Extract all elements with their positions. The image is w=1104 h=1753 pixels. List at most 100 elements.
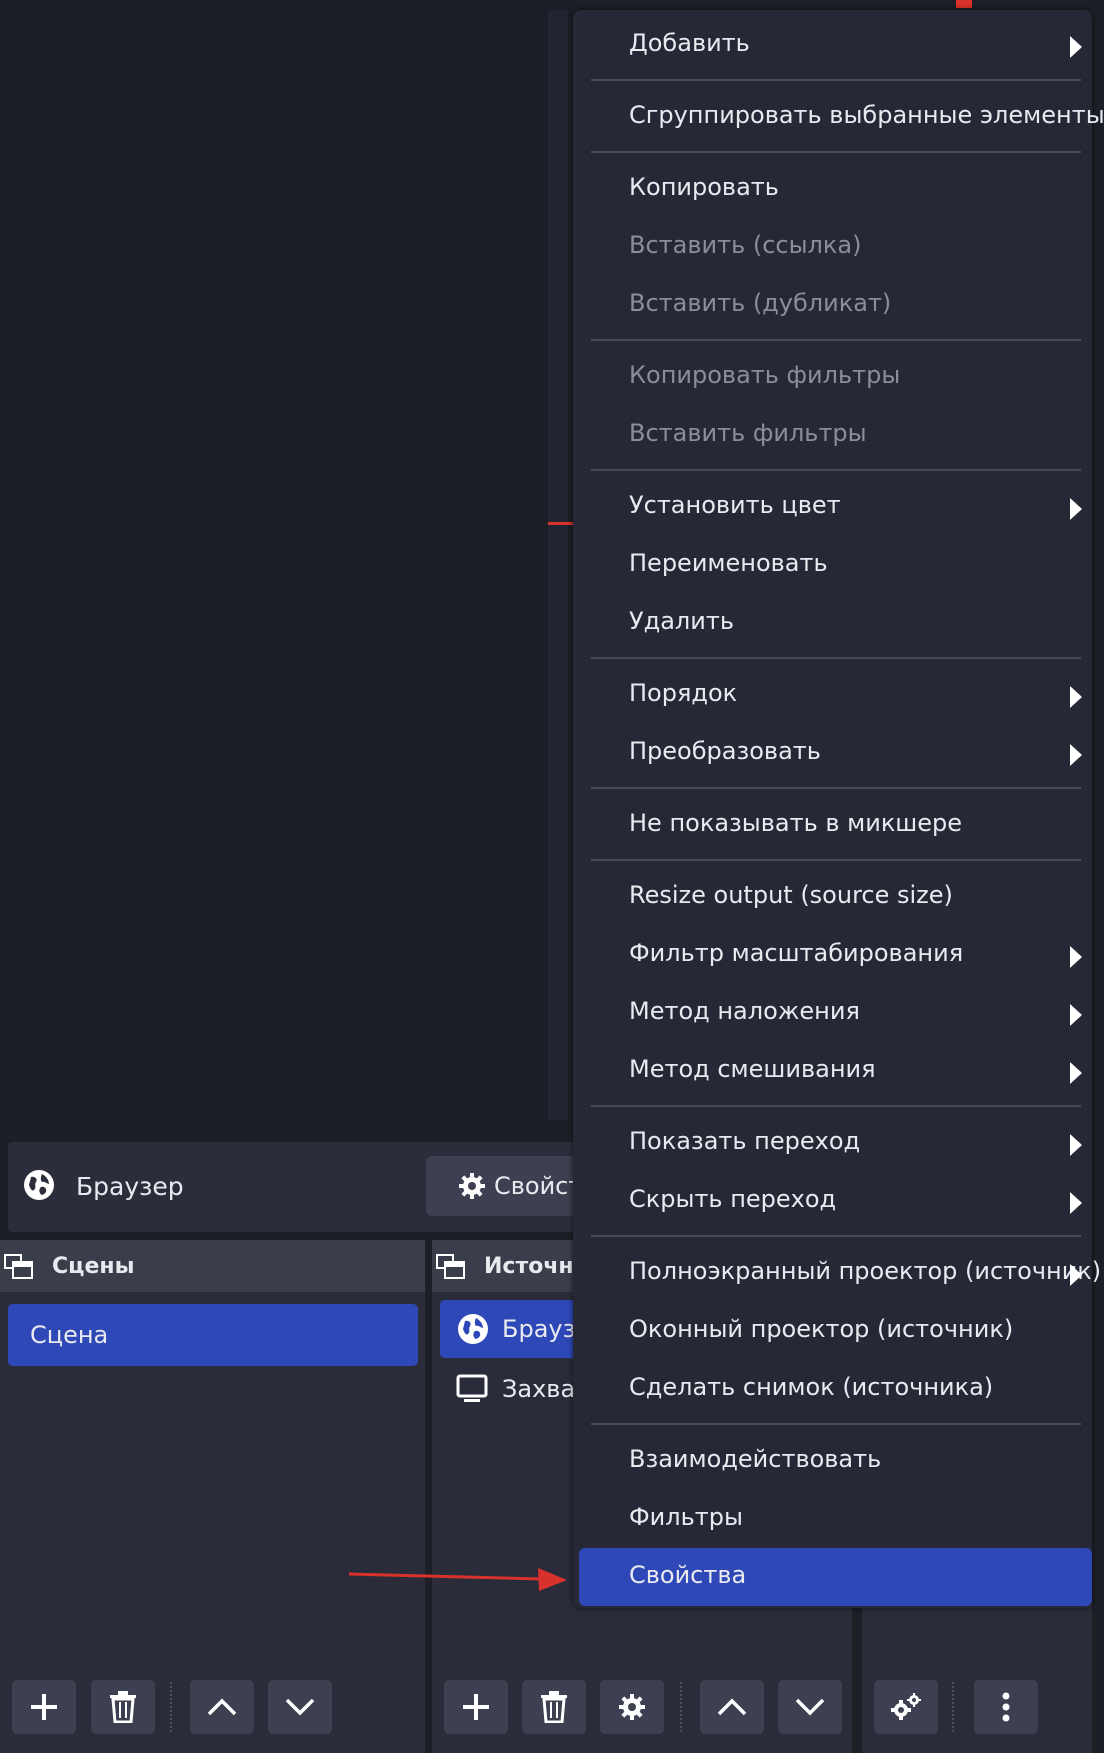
menu-item-show-transition[interactable]: Показать переход xyxy=(573,1114,1092,1172)
menu-separator xyxy=(591,339,1081,341)
menu-item-paste-filters: Вставить фильтры xyxy=(573,406,1092,464)
menu-item-group-selected[interactable]: Сгруппировать выбранные элементы xyxy=(573,88,1104,146)
submenu-arrow-icon xyxy=(1070,1062,1082,1084)
scenes-dock-header: Сцены xyxy=(0,1240,425,1292)
plus-icon xyxy=(31,1694,57,1720)
chevron-up-icon xyxy=(717,1698,747,1716)
menu-item-hide-transition[interactable]: Скрыть переход xyxy=(573,1172,1092,1230)
remove-source-button[interactable] xyxy=(522,1680,586,1734)
scene-list-item[interactable]: Сцена xyxy=(8,1304,418,1366)
menu-item-hide-in-mixer[interactable]: Не показывать в микшере xyxy=(573,796,1092,854)
trash-icon xyxy=(110,1691,136,1723)
gears-icon xyxy=(891,1693,921,1720)
menu-item-properties[interactable]: Свойства xyxy=(579,1548,1092,1606)
menu-item-transform[interactable]: Преобразовать xyxy=(573,724,1092,782)
plus-icon xyxy=(463,1694,489,1720)
selected-source-name: Браузер xyxy=(76,1172,184,1201)
more-vertical-icon xyxy=(1002,1692,1010,1722)
menu-item-paste-reference: Вставить (ссылка) xyxy=(573,218,1092,276)
menu-item-add[interactable]: Добавить xyxy=(573,16,1092,74)
menu-item-resize-output[interactable]: Resize output (source size) xyxy=(573,868,1092,926)
menu-item-paste-duplicate: Вставить (дубликат) xyxy=(573,276,1092,334)
submenu-arrow-icon xyxy=(1070,498,1082,520)
submenu-arrow-icon xyxy=(1070,1264,1082,1286)
menu-item-fullscreen-projector[interactable]: Полноэкранный проектор (источник) xyxy=(573,1244,1101,1302)
annotation-arrow-icon xyxy=(348,1568,567,1591)
trash-icon xyxy=(541,1691,567,1723)
menu-separator xyxy=(591,1235,1081,1237)
add-scene-button[interactable] xyxy=(12,1680,76,1734)
sources-dock-icon xyxy=(436,1254,465,1279)
source-bounding-box-edge xyxy=(548,522,576,525)
menu-item-label: Сделать снимок (источника) xyxy=(629,1373,994,1401)
menu-item-label: Показать переход xyxy=(629,1127,861,1155)
gear-icon xyxy=(619,1694,645,1720)
menu-item-windowed-projector[interactable]: Оконный проектор (источник) xyxy=(573,1302,1092,1360)
menu-item-label: Resize output (source size) xyxy=(629,881,953,909)
source-properties-button[interactable] xyxy=(600,1680,664,1734)
menu-item-label: Сгруппировать выбранные элементы xyxy=(629,101,1104,129)
menu-item-label: Установить цвет xyxy=(629,491,841,519)
globe-icon xyxy=(24,1170,54,1200)
submenu-arrow-icon xyxy=(1070,1192,1082,1214)
menu-item-label: Вставить (дубликат) xyxy=(629,289,892,317)
menu-item-set-color[interactable]: Установить цвет xyxy=(573,478,1092,536)
submenu-arrow-icon xyxy=(1070,1134,1082,1156)
source-context-menu: Добавить Сгруппировать выбранные элемент… xyxy=(573,10,1104,1608)
window-edge xyxy=(1092,0,1104,1753)
menu-item-label: Оконный проектор (источник) xyxy=(629,1315,1014,1343)
menu-item-blending-method[interactable]: Метод смешивания xyxy=(573,1042,1092,1100)
globe-icon xyxy=(458,1314,488,1344)
menu-item-label: Метод смешивания xyxy=(629,1055,876,1083)
scenes-dock-icon xyxy=(4,1254,33,1279)
submenu-arrow-icon xyxy=(1070,1004,1082,1026)
submenu-arrow-icon xyxy=(1070,744,1082,766)
source-context-bar: Браузер Свойства xyxy=(8,1142,583,1232)
remove-scene-button[interactable] xyxy=(91,1680,155,1734)
menu-item-interact[interactable]: Взаимодействовать xyxy=(573,1432,1092,1490)
toolbar-separator xyxy=(680,1682,684,1732)
menu-item-label: Вставить фильтры xyxy=(629,419,867,447)
menu-separator xyxy=(591,787,1081,789)
move-source-down-button[interactable] xyxy=(778,1680,842,1734)
menu-item-label: Взаимодействовать xyxy=(629,1445,882,1473)
gear-icon xyxy=(459,1173,485,1199)
menu-item-label: Фильтры xyxy=(629,1503,743,1531)
menu-item-label: Добавить xyxy=(629,29,750,57)
menu-item-label: Копировать фильтры xyxy=(629,361,901,389)
move-source-up-button[interactable] xyxy=(700,1680,764,1734)
menu-item-label: Свойства xyxy=(629,1561,747,1589)
menu-item-label: Порядок xyxy=(629,679,738,707)
menu-item-filters[interactable]: Фильтры xyxy=(573,1490,1092,1548)
menu-item-copy-filters: Копировать фильтры xyxy=(573,348,1092,406)
preview-canvas[interactable] xyxy=(8,0,573,1135)
menu-item-delete[interactable]: Удалить xyxy=(573,594,1092,652)
menu-item-copy[interactable]: Копировать xyxy=(573,160,1092,218)
chevron-up-icon xyxy=(207,1698,237,1716)
menu-separator xyxy=(591,657,1081,659)
menu-item-blending-mode[interactable]: Метод наложения xyxy=(573,984,1092,1042)
menu-item-screenshot-source[interactable]: Сделать снимок (источника) xyxy=(573,1360,1092,1418)
menu-separator xyxy=(591,151,1081,153)
advanced-audio-button[interactable] xyxy=(874,1680,938,1734)
toolbar-separator xyxy=(170,1682,174,1732)
submenu-arrow-icon xyxy=(1070,36,1082,58)
add-source-button[interactable] xyxy=(444,1680,508,1734)
menu-separator xyxy=(591,469,1081,471)
menu-item-label: Копировать xyxy=(629,173,779,201)
menu-item-label: Фильтр масштабирования xyxy=(629,939,964,967)
menu-separator xyxy=(591,1105,1081,1107)
monitor-icon xyxy=(456,1374,488,1402)
menu-item-rename[interactable]: Переименовать xyxy=(573,536,1092,594)
toolbar-separator xyxy=(952,1682,956,1732)
properties-button[interactable]: Свойства xyxy=(426,1156,583,1216)
scenes-dock: Сцены Сцена xyxy=(0,1240,425,1753)
submenu-arrow-icon xyxy=(1070,686,1082,708)
menu-item-order[interactable]: Порядок xyxy=(573,666,1092,724)
chevron-down-icon xyxy=(795,1698,825,1716)
move-scene-up-button[interactable] xyxy=(190,1680,254,1734)
mixer-menu-button[interactable] xyxy=(974,1680,1038,1734)
menu-separator xyxy=(591,1423,1081,1425)
menu-item-scale-filter[interactable]: Фильтр масштабирования xyxy=(573,926,1092,984)
move-scene-down-button[interactable] xyxy=(268,1680,332,1734)
